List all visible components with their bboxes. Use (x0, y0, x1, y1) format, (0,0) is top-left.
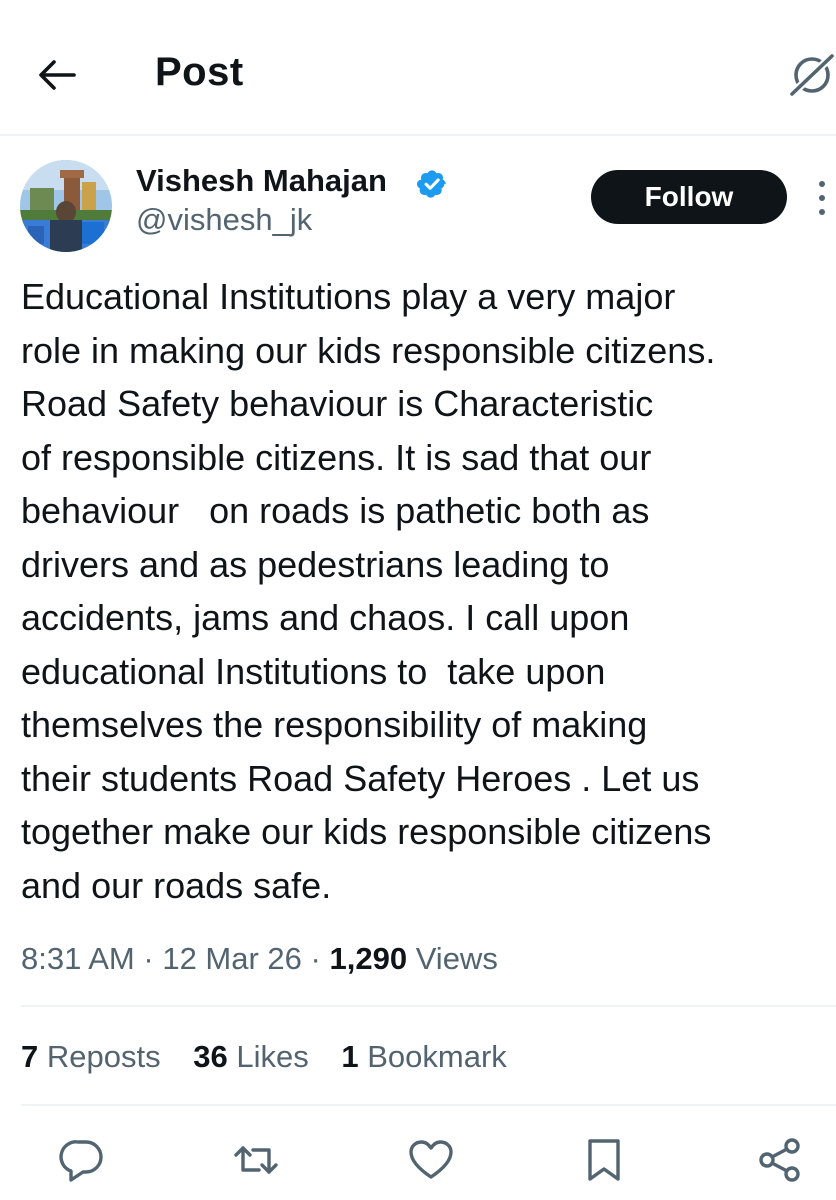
post-time[interactable]: 8:31 AM (21, 941, 135, 976)
follow-button[interactable]: Follow (591, 170, 787, 224)
page-title: Post (155, 50, 244, 94)
top-bar: Post (0, 0, 836, 136)
repost-icon[interactable] (232, 1136, 280, 1184)
verified-badge-icon[interactable] (416, 168, 448, 200)
likes-count: 36 (193, 1039, 228, 1074)
post-text-line: Educational Institutions play a very maj… (21, 276, 676, 317)
bookmarks-stat[interactable]: 1 Bookmark (341, 1039, 506, 1075)
meta-separator: · (310, 941, 321, 976)
post-text-line: themselves the responsibility of making (21, 704, 648, 745)
post-page: Post Vishesh Mahajan @vishesh_jk Follow (0, 0, 836, 1200)
more-options-icon[interactable] (812, 178, 832, 218)
back-arrow-icon[interactable] (34, 52, 80, 98)
avatar-photo (20, 160, 112, 252)
post-text-line: behaviour on roads is pathetic both as (21, 490, 650, 531)
reposts-label: Reposts (46, 1039, 161, 1074)
post-text: Educational Institutions play a very maj… (21, 270, 836, 912)
divider (21, 1005, 836, 1007)
author-name[interactable]: Vishesh Mahajan (136, 163, 387, 199)
post-text-line: and our roads safe. (21, 864, 332, 906)
like-icon[interactable] (407, 1136, 455, 1184)
reposts-stat[interactable]: 7 Reposts (21, 1039, 161, 1075)
post-text-line: their students Road Safety Heroes . Let … (21, 757, 700, 799)
author-handle[interactable]: @vishesh_jk (136, 202, 312, 238)
meta-separator: · (143, 941, 154, 976)
views-count: 1,290 (329, 941, 408, 976)
post-date[interactable]: 12 Mar 26 (162, 941, 302, 976)
reply-icon[interactable] (58, 1136, 106, 1184)
views-label: Views (415, 941, 498, 976)
likes-stat[interactable]: 36 Likes (193, 1039, 308, 1075)
post-text-line: accidents, jams and chaos. I call upon (21, 597, 630, 638)
post-text-line: role in making our kids responsible citi… (21, 329, 716, 371)
bookmarks-label: Bookmark (367, 1039, 507, 1074)
bookmarks-count: 1 (341, 1039, 359, 1074)
post-text-line: of responsible citizens. It is sad that … (21, 436, 652, 478)
bookmark-icon[interactable] (580, 1136, 628, 1184)
divider (21, 1104, 836, 1106)
post-text-line: drivers and as pedestrians leading to (21, 543, 610, 585)
likes-label: Likes (236, 1039, 309, 1074)
reposts-count: 7 (21, 1039, 39, 1074)
avatar[interactable] (20, 160, 112, 252)
engagement-stats: 7 Reposts 36 Likes 1 Bookmark (21, 1039, 507, 1075)
post-meta: 8:31 AM · 12 Mar 26 · 1,290 Views (21, 941, 498, 977)
post-text-line: educational Institutions to take upon (21, 650, 606, 692)
share-icon[interactable] (756, 1136, 804, 1184)
grok-icon[interactable] (786, 50, 836, 100)
post-text-line: Road Safety behaviour is Characteristic (21, 383, 654, 424)
post-text-line: together make our kids responsible citiz… (21, 811, 712, 852)
